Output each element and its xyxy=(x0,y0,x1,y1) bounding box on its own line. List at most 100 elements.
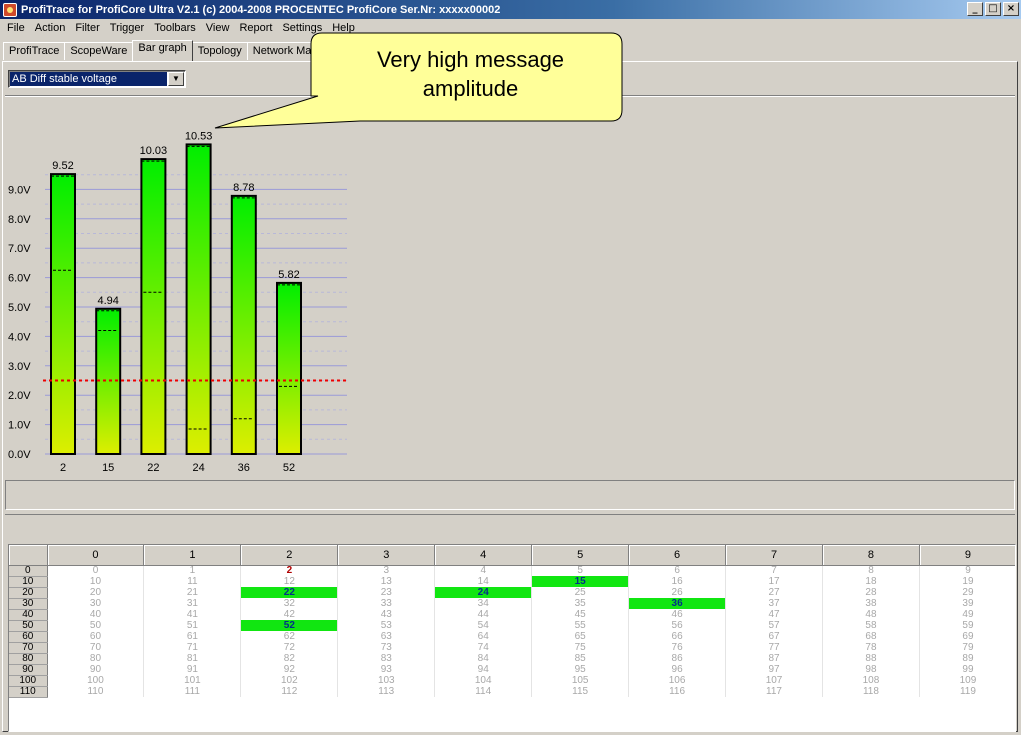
station-cell[interactable]: 58 xyxy=(822,620,920,631)
station-cell[interactable]: 68 xyxy=(822,631,920,642)
station-cell[interactable]: 118 xyxy=(822,686,920,697)
tab-scopeware[interactable]: ScopeWare xyxy=(64,42,134,60)
station-cell[interactable]: 27 xyxy=(725,587,823,598)
station-cell[interactable]: 100 xyxy=(47,675,145,686)
menu-filter[interactable]: Filter xyxy=(70,22,104,34)
station-cell[interactable]: 51 xyxy=(143,620,242,631)
chevron-down-icon[interactable]: ▼ xyxy=(168,72,184,86)
menu-report[interactable]: Report xyxy=(234,22,277,34)
station-cell[interactable]: 77 xyxy=(725,642,823,653)
station-cell[interactable]: 11 xyxy=(143,576,242,587)
station-cell[interactable]: 70 xyxy=(47,642,145,653)
close-button[interactable]: × xyxy=(1003,2,1019,16)
station-cell[interactable]: 69 xyxy=(919,631,1015,642)
station-cell[interactable]: 38 xyxy=(822,598,920,609)
station-cell[interactable]: 91 xyxy=(143,664,242,675)
station-cell[interactable]: 115 xyxy=(531,686,630,697)
station-cell[interactable]: 87 xyxy=(725,653,823,664)
station-cell[interactable]: 23 xyxy=(337,587,436,598)
station-cell[interactable]: 67 xyxy=(725,631,823,642)
station-cell[interactable]: 106 xyxy=(628,675,727,686)
station-cell[interactable]: 20 xyxy=(47,587,145,598)
station-cell[interactable]: 21 xyxy=(143,587,242,598)
station-cell[interactable]: 92 xyxy=(240,664,339,675)
station-cell[interactable]: 13 xyxy=(337,576,436,587)
station-cell[interactable]: 1 xyxy=(143,565,242,576)
station-cell[interactable]: 49 xyxy=(919,609,1015,620)
station-cell[interactable]: 22 xyxy=(240,587,339,598)
menu-settings[interactable]: Settings xyxy=(277,22,327,34)
station-cell[interactable]: 19 xyxy=(919,576,1015,587)
station-cell[interactable]: 72 xyxy=(240,642,339,653)
station-cell[interactable]: 95 xyxy=(531,664,630,675)
station-cell[interactable]: 109 xyxy=(919,675,1015,686)
station-cell[interactable]: 14 xyxy=(434,576,533,587)
station-cell[interactable]: 66 xyxy=(628,631,727,642)
station-cell[interactable]: 99 xyxy=(919,664,1015,675)
station-cell[interactable]: 112 xyxy=(240,686,339,697)
station-cell[interactable]: 9 xyxy=(919,565,1015,576)
station-cell[interactable]: 111 xyxy=(143,686,242,697)
station-cell[interactable]: 52 xyxy=(240,620,339,631)
maximize-button[interactable]: □ xyxy=(985,2,1001,16)
station-cell[interactable]: 63 xyxy=(337,631,436,642)
station-cell[interactable]: 0 xyxy=(47,565,145,576)
station-cell[interactable]: 12 xyxy=(240,576,339,587)
station-cell[interactable]: 96 xyxy=(628,664,727,675)
station-cell[interactable]: 86 xyxy=(628,653,727,664)
station-cell[interactable]: 31 xyxy=(143,598,242,609)
station-cell[interactable]: 114 xyxy=(434,686,533,697)
station-cell[interactable]: 79 xyxy=(919,642,1015,653)
tab-bar-graph[interactable]: Bar graph xyxy=(132,40,193,61)
station-cell[interactable]: 2 xyxy=(240,565,339,576)
station-cell[interactable]: 28 xyxy=(822,587,920,598)
station-cell[interactable]: 81 xyxy=(143,653,242,664)
station-cell[interactable]: 62 xyxy=(240,631,339,642)
station-cell[interactable]: 85 xyxy=(531,653,630,664)
station-cell[interactable]: 82 xyxy=(240,653,339,664)
station-cell[interactable]: 41 xyxy=(143,609,242,620)
tab-network-manager[interactable]: Network Ma xyxy=(246,42,318,60)
station-cell[interactable]: 30 xyxy=(47,598,145,609)
station-cell[interactable]: 5 xyxy=(531,565,630,576)
station-cell[interactable]: 61 xyxy=(143,631,242,642)
station-cell[interactable]: 7 xyxy=(725,565,823,576)
station-cell[interactable]: 47 xyxy=(725,609,823,620)
station-cell[interactable]: 50 xyxy=(47,620,145,631)
station-cell[interactable]: 45 xyxy=(531,609,630,620)
tab-profitrace[interactable]: ProfiTrace xyxy=(3,42,66,60)
station-cell[interactable]: 24 xyxy=(434,587,533,598)
station-cell[interactable]: 71 xyxy=(143,642,242,653)
menu-help[interactable]: Help xyxy=(327,22,360,34)
station-cell[interactable]: 104 xyxy=(434,675,533,686)
station-cell[interactable]: 15 xyxy=(531,576,630,587)
menu-trigger[interactable]: Trigger xyxy=(105,22,149,34)
station-cell[interactable]: 4 xyxy=(434,565,533,576)
station-cell[interactable]: 42 xyxy=(240,609,339,620)
station-cell[interactable]: 35 xyxy=(531,598,630,609)
station-cell[interactable]: 102 xyxy=(240,675,339,686)
station-cell[interactable]: 76 xyxy=(628,642,727,653)
station-cell[interactable]: 78 xyxy=(822,642,920,653)
station-cell[interactable]: 55 xyxy=(531,620,630,631)
station-cell[interactable]: 93 xyxy=(337,664,436,675)
station-cell[interactable]: 119 xyxy=(919,686,1015,697)
station-cell[interactable]: 108 xyxy=(822,675,920,686)
station-address-grid[interactable]: 0123456789 0 0 1 2 3 4 5 6 7 8 9 10 10 11 12 13 14 15 16 17… xyxy=(8,544,1016,732)
station-cell[interactable]: 107 xyxy=(725,675,823,686)
station-cell[interactable]: 116 xyxy=(628,686,727,697)
station-cell[interactable]: 26 xyxy=(628,587,727,598)
station-cell[interactable]: 39 xyxy=(919,598,1015,609)
station-cell[interactable]: 10 xyxy=(47,576,145,587)
station-cell[interactable]: 98 xyxy=(822,664,920,675)
measurement-selector[interactable]: AB Diff stable voltage ▼ xyxy=(8,70,186,88)
station-cell[interactable]: 89 xyxy=(919,653,1015,664)
station-cell[interactable]: 103 xyxy=(337,675,436,686)
station-cell[interactable]: 6 xyxy=(628,565,727,576)
station-cell[interactable]: 110 xyxy=(47,686,145,697)
station-cell[interactable]: 46 xyxy=(628,609,727,620)
station-cell[interactable]: 101 xyxy=(143,675,242,686)
station-cell[interactable]: 56 xyxy=(628,620,727,631)
station-cell[interactable]: 43 xyxy=(337,609,436,620)
station-cell[interactable]: 17 xyxy=(725,576,823,587)
